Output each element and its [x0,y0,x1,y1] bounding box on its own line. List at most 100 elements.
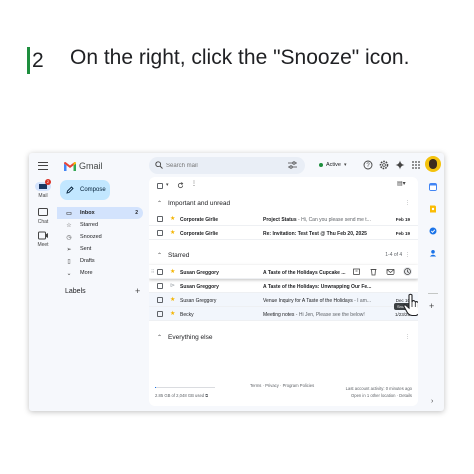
sidebar-item-label: Drafts [80,258,95,264]
help-icon[interactable]: ? [363,160,373,170]
sidebar-item-inbox[interactable]: ▭ Inbox 2 [57,207,143,219]
activity-details-link[interactable]: Open in 1 other location · Details [346,392,412,399]
star-icon[interactable]: ★ [170,296,175,303]
section-important[interactable]: ⌃ Important and unread ⋮ [149,197,418,211]
search-input[interactable] [166,160,276,171]
rail-item-label: Mail [38,193,48,199]
footer-links[interactable]: Terms · Privacy · Program Policies [250,383,314,388]
search-icon[interactable] [155,161,163,169]
email-row[interactable]: ★ Corporate Girlie Project Status - Hi, … [149,212,418,226]
keep-icon[interactable] [429,205,437,213]
sidebar-item-starred[interactable]: ☆ Starred [57,219,143,231]
section-everything-else[interactable]: ⌃ Everything else ⋮ [149,331,418,345]
activity-line: Last account activity: 0 minutes ago [345,386,412,391]
rail-item-mail[interactable]: 2 Mail [31,179,55,199]
sidebar-item-drafts[interactable]: ▯ Drafts [57,255,143,267]
sidebar-item-sent[interactable]: ➢ Sent [57,243,143,255]
sidebar-item-label: Starred [80,222,99,228]
row-checkbox[interactable] [157,269,163,275]
side-panel-toggle-icon[interactable]: › [431,398,433,405]
gemini-sparkle-icon[interactable] [395,160,405,170]
email-sender: Corporate Girlie [180,230,219,237]
storage-label: 2.85 GB of 2,048 GB used [155,393,205,398]
email-date: Feb 19 [395,230,410,236]
important-marker-icon[interactable]: ⊳ [170,282,175,289]
star-icon[interactable]: ★ [170,215,175,222]
email-row[interactable]: ⊳ Susan Greggory A Taste of the Holidays… [149,279,418,293]
side-panel-divider [428,293,438,294]
email-row[interactable]: ★ Becky Meeting notes - Hi Jen, Please s… [149,307,418,321]
more-options-icon[interactable]: ⋮ [191,180,197,187]
compose-label: Compose [80,187,106,193]
step-number: 2 [32,49,44,72]
get-addons-icon[interactable]: + [429,302,434,311]
email-preview: - Hi Jen, Please see the below! [294,311,365,318]
subject-text: A Taste of the Holidays: Unwrapping Our … [263,283,372,290]
row-checkbox[interactable] [157,230,163,236]
search-bar[interactable] [149,157,305,174]
drag-handle-icon[interactable]: ⠿ [151,269,154,275]
status-label: Active [326,162,341,168]
sidebar-item-snoozed[interactable]: ◷ Snoozed [57,231,143,243]
row-checkbox[interactable] [157,311,163,317]
section-title: Important and unread [168,200,231,207]
inbox-icon: ▭ [66,210,72,217]
send-icon: ➢ [66,246,72,253]
row-checkbox[interactable] [157,216,163,222]
density-icon[interactable]: ▤▾ [397,180,406,187]
calendar-icon[interactable] [429,183,437,191]
select-dropdown-icon[interactable]: ▾ [166,182,169,188]
section-menu-icon[interactable]: ⋮ [405,334,410,340]
tasks-icon[interactable] [429,227,437,235]
section-menu-icon[interactable]: ⋮ [405,200,410,206]
status-dropdown[interactable]: Active ▾ [315,159,351,171]
email-sender: Susan Greggory [180,283,219,290]
chevron-down-icon: ⌄ [66,270,72,277]
email-sender: Corporate Girlie [180,216,219,223]
select-all-checkbox[interactable] [157,183,163,189]
archive-icon[interactable] [352,267,361,276]
status-dot [319,163,323,167]
compose-button[interactable]: Compose [60,180,110,200]
section-starred[interactable]: ⌃ Starred 1-4 of 4 ⋮ [149,249,418,263]
row-checkbox[interactable] [157,283,163,289]
instruction-text: On the right, click the "Snooze" icon. [70,46,410,69]
mail-icon: 2 [35,179,51,191]
refresh-icon[interactable] [177,182,184,189]
email-row[interactable]: ★ Corporate Girlie Re: Invitation: Test … [149,226,418,240]
rail-item-label: Meet [37,242,49,248]
email-subject: Meeting notes - Hi Jen, Please see the b… [263,312,391,318]
hand-cursor-icon [403,293,418,317]
email-row-hovered[interactable]: ⠿ ★ Susan Greggory A Taste of the Holida… [149,265,418,279]
search-options-icon[interactable] [288,161,297,169]
sidebar-item-label: Inbox [80,210,95,216]
email-preview: - I am... [352,297,372,304]
email-sender: Susan Greggory [180,269,219,276]
star-icon[interactable]: ★ [170,229,175,236]
main-menu-icon[interactable] [38,162,48,170]
gmail-logo[interactable]: Gmail [64,159,103,173]
sidebar-item-more[interactable]: ⌄ More [57,267,143,279]
avatar[interactable] [425,156,441,172]
email-row[interactable]: ★ Susan Greggory Venue Inquiry for A Tas… [149,293,418,307]
email-subject: A Taste of the Holidays Cupcake ... [263,270,361,276]
contacts-icon[interactable] [429,249,437,257]
snooze-icon[interactable] [403,267,412,276]
add-label-icon[interactable]: + [135,286,140,296]
sidebar-item-label: Sent [80,246,92,252]
mark-read-icon[interactable] [386,267,395,276]
delete-icon[interactable] [369,267,378,276]
star-icon: ☆ [66,222,72,229]
external-link-icon[interactable]: ⧉ [205,393,208,398]
gmail-window: 2 Mail Chat Meet Gmail Search mail Activ… [29,153,444,411]
star-icon[interactable]: ★ [170,310,175,317]
email-subject: A Taste of the Holidays: Unwrapping Our … [263,284,391,290]
row-checkbox[interactable] [157,297,163,303]
star-icon[interactable]: ★ [170,268,175,275]
gear-icon[interactable] [379,160,389,170]
apps-grid-icon[interactable] [411,160,421,170]
rail-item-chat[interactable]: Chat [31,208,55,225]
labels-heading: Labels [65,288,86,295]
mail-unread-badge: 2 [45,179,51,185]
rail-item-meet[interactable]: Meet [31,231,55,248]
